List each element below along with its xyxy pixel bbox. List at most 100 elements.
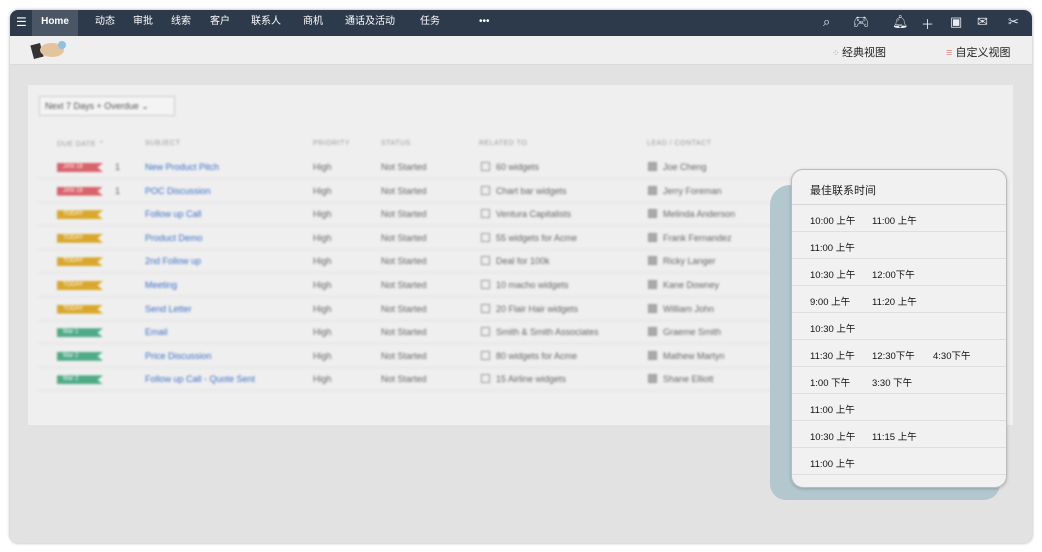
subject-link[interactable]: Send Letter bbox=[145, 304, 192, 314]
contact[interactable]: Melinda Anderson bbox=[648, 209, 735, 219]
related-to[interactable]: 10 macho widgets bbox=[481, 280, 569, 290]
due-date-tag: TODAY bbox=[57, 210, 103, 220]
contact[interactable]: Ricky Langer bbox=[648, 256, 716, 266]
subject-link[interactable]: Product Demo bbox=[145, 233, 203, 243]
col-subject[interactable]: SUBJECT bbox=[145, 140, 180, 147]
status: Not Started bbox=[381, 209, 427, 220]
time-slot: 3:30 下午 bbox=[872, 378, 913, 389]
related-to[interactable]: Deal for 100k bbox=[481, 256, 550, 266]
time-slot: 11:00 上午 bbox=[872, 216, 917, 227]
col-due-date[interactable]: DUE DATE ⌃ bbox=[57, 140, 105, 148]
col-priority[interactable]: PRIORITY bbox=[313, 140, 350, 147]
best-contact-time-popup: 最佳联系时间 10:00 上午 11:00 上午 11:00 上午 10:30 上午 1… bbox=[791, 169, 1007, 488]
nav-item[interactable]: 动态 bbox=[95, 10, 115, 36]
col-status[interactable]: STATUS bbox=[381, 140, 411, 147]
contact[interactable]: Shane Elliott bbox=[648, 374, 714, 384]
custom-view-link[interactable]: ≡ 自定义视图 bbox=[946, 44, 1010, 60]
nav-item[interactable]: 联系人 bbox=[251, 10, 281, 36]
related-to[interactable]: 55 widgets for Acme bbox=[481, 232, 577, 243]
nav-item[interactable]: 任务 bbox=[420, 10, 440, 36]
time-slot: 10:30 上午 bbox=[810, 432, 856, 443]
contact[interactable]: Frank Fernandez bbox=[648, 232, 732, 243]
time-row: 11:00 上午 bbox=[792, 394, 1006, 421]
time-slot: 11:00 上午 bbox=[810, 405, 855, 416]
deal-icon bbox=[481, 350, 490, 360]
priority: High bbox=[313, 374, 332, 385]
subject-link[interactable]: Price Discussion bbox=[145, 351, 212, 361]
status: Not Started bbox=[381, 185, 427, 196]
contact[interactable]: Kane Downey bbox=[648, 280, 719, 290]
due-date-tag: JAN 18 bbox=[57, 186, 103, 196]
subject-link[interactable]: Meeting bbox=[145, 280, 177, 290]
col-related[interactable]: RELATED TO bbox=[479, 140, 527, 147]
due-date-tag: TODAY bbox=[57, 304, 103, 314]
related-to[interactable]: Smith & Smith Associates bbox=[481, 327, 599, 337]
status: Not Started bbox=[381, 327, 427, 338]
time-row: 9:00 上午 11:20 上午 bbox=[792, 286, 1006, 313]
subject-link[interactable]: New Product Pitch bbox=[145, 162, 219, 172]
custom-view-label: 自定义视图 bbox=[955, 47, 1011, 59]
time-row: 10:00 上午 11:00 上午 bbox=[792, 205, 1006, 232]
contact[interactable]: Mathew Martyn bbox=[648, 350, 725, 361]
subject-link[interactable]: Follow up Call bbox=[145, 209, 202, 219]
hamburger-icon[interactable]: ☰ bbox=[16, 10, 27, 36]
priority: High bbox=[313, 209, 332, 220]
time-slot: 11:20 上午 bbox=[872, 297, 917, 308]
nav-item[interactable]: 商机 bbox=[303, 10, 323, 36]
related-to[interactable]: 60 widgets bbox=[481, 162, 539, 172]
col-contact[interactable]: LEAD / CONTACT bbox=[647, 140, 711, 147]
reminder-count: 1 bbox=[115, 185, 121, 196]
contact[interactable]: Joe Cheng bbox=[648, 162, 707, 172]
time-row: 11:00 上午 bbox=[792, 232, 1006, 259]
deal-icon bbox=[481, 374, 490, 384]
tools-icon[interactable]: ✂︎ bbox=[1008, 14, 1019, 30]
priority: High bbox=[313, 256, 332, 267]
status: Not Started bbox=[381, 162, 427, 172]
mail-icon[interactable]: ✉︎ bbox=[977, 14, 988, 30]
due-date-tag: Mar 1 bbox=[57, 328, 103, 338]
time-slot: 10:30 上午 bbox=[810, 270, 856, 281]
nav-item[interactable]: 客户 bbox=[210, 10, 230, 36]
time-slot: 11:00 上午 bbox=[810, 459, 855, 470]
filter-dropdown[interactable]: Next 7 Days + Overdue ⌄ bbox=[39, 96, 175, 116]
deal-icon bbox=[481, 256, 490, 266]
top-nav: ☰ Home 动态 审批 线索 客户 联系人 商机 通话及活动 任务 ••• ⌕… bbox=[10, 10, 1032, 36]
subject-link[interactable]: POC Discussion bbox=[145, 186, 211, 196]
related-to[interactable]: Chart bar widgets bbox=[481, 185, 567, 196]
nav-home[interactable]: Home bbox=[32, 10, 78, 36]
due-date-tag: JAN 18 bbox=[57, 163, 103, 172]
nav-item[interactable]: 审批 bbox=[133, 10, 153, 36]
priority: High bbox=[313, 232, 332, 243]
gamepad-icon[interactable]: 🎮︎ bbox=[853, 14, 870, 30]
nav-item[interactable]: 通话及活动 bbox=[345, 10, 395, 36]
related-to[interactable]: 20 Flair Hair widgets bbox=[481, 303, 578, 314]
plus-icon[interactable]: ＋ bbox=[921, 14, 934, 33]
app-window: ☰ Home 动态 审批 线索 客户 联系人 商机 通话及活动 任务 ••• ⌕… bbox=[10, 10, 1032, 543]
subject-link[interactable]: 2nd Follow up bbox=[145, 256, 201, 266]
contact[interactable]: William John bbox=[648, 303, 714, 314]
sub-bar: ⁘ 经典视图 ≡ 自定义视图 bbox=[10, 36, 1032, 65]
due-date-tag: Mar 2 bbox=[57, 375, 103, 385]
filter-value: Next 7 Days + Overdue bbox=[45, 101, 139, 111]
search-icon[interactable]: ⌕ bbox=[823, 14, 830, 30]
contact[interactable]: Jerry Foreman bbox=[648, 185, 722, 196]
subject-link[interactable]: Email bbox=[145, 327, 168, 337]
time-row: 11:00 上午 bbox=[792, 448, 1006, 475]
contact-card-icon bbox=[648, 303, 657, 313]
contact-card-icon bbox=[648, 327, 657, 337]
status: Not Started bbox=[381, 256, 427, 267]
deal-icon bbox=[481, 303, 490, 313]
subject-link[interactable]: Follow up Call - Quote Sent bbox=[145, 374, 255, 384]
deal-icon bbox=[481, 209, 490, 219]
related-to[interactable]: 15 Airline widgets bbox=[481, 374, 566, 384]
classic-view-link[interactable]: ⁘ 经典视图 bbox=[832, 44, 886, 60]
contact-card-icon bbox=[648, 209, 657, 219]
bell-icon[interactable]: 🔔︎ bbox=[892, 14, 909, 30]
calendar-icon[interactable]: ▣ bbox=[950, 14, 962, 30]
nav-item[interactable]: 线索 bbox=[171, 10, 191, 36]
related-to[interactable]: Ventura Capitalists bbox=[481, 209, 571, 219]
priority: High bbox=[313, 185, 332, 196]
related-to[interactable]: 80 widgets for Acme bbox=[481, 350, 577, 361]
contact[interactable]: Graeme Smith bbox=[648, 327, 721, 337]
more-icon[interactable]: ••• bbox=[479, 10, 490, 36]
